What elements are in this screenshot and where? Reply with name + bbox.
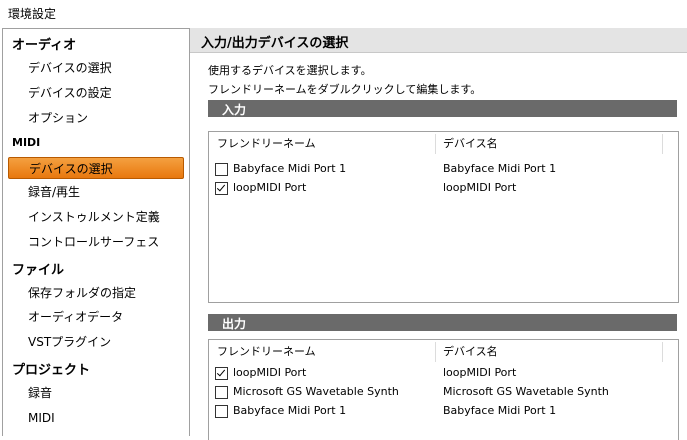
sidebar-item-audio-device-select[interactable]: デバイスの選択 (8, 57, 184, 79)
category-audio[interactable]: オーディオ (12, 34, 76, 53)
output-col-friendly-name[interactable]: フレンドリーネーム (217, 340, 316, 364)
input-col-friendly-name[interactable]: フレンドリーネーム (217, 132, 316, 156)
output-row-checkbox[interactable] (215, 367, 228, 380)
sidebar-item-project-midi[interactable]: MIDI (8, 407, 184, 429)
output-row[interactable]: Microsoft GS Wavetable Synth Microsoft G… (209, 383, 678, 402)
window-titlebar: 環境設定 (0, 0, 687, 26)
input-section-label: 入力 (222, 103, 247, 117)
sidebar-item-midi-device-select[interactable]: デバイスの選択 (8, 157, 184, 179)
output-col-separator[interactable] (435, 342, 436, 362)
input-col-device-name[interactable]: デバイス名 (443, 132, 498, 156)
output-row-friendly-name[interactable]: Babyface Midi Port 1 (233, 404, 346, 417)
sidebar-item-audio-options[interactable]: オプション (8, 107, 184, 129)
sidebar-item-midi-record-play[interactable]: 録音/再生 (8, 181, 184, 203)
panel-header: 入力/出力デバイスの選択 (190, 28, 687, 53)
panel-description-1: 使用するデバイスを選択します。 (208, 64, 372, 77)
sidebar-item-instrument-definition[interactable]: インストゥルメント定義 (8, 206, 184, 228)
input-row[interactable]: Babyface Midi Port 1 Babyface Midi Port … (209, 160, 678, 179)
input-section-header: 入力 (208, 100, 677, 117)
input-col-separator[interactable] (435, 134, 436, 154)
output-row-device-name: Babyface Midi Port 1 (443, 404, 557, 417)
input-row-friendly-name[interactable]: loopMIDI Port (233, 181, 306, 194)
output-row-device-name: loopMIDI Port (443, 366, 517, 379)
output-device-list[interactable]: フレンドリーネーム デバイス名 loopMIDI Port loopMIDI P… (208, 339, 679, 440)
window-title: 環境設定 (8, 7, 57, 21)
output-row-device-name: Microsoft GS Wavetable Synth (443, 385, 609, 398)
output-row[interactable]: Babyface Midi Port 1 Babyface Midi Port … (209, 402, 678, 421)
input-row-friendly-name[interactable]: Babyface Midi Port 1 (233, 162, 346, 175)
panel-title: 入力/出力デバイスの選択 (201, 36, 349, 51)
category-project[interactable]: プロジェクト (12, 359, 90, 378)
category-midi[interactable]: MIDI (12, 136, 40, 149)
settings-panel: 入力/出力デバイスの選択 使用するデバイスを選択します。 フレンドリーネームをダ… (190, 28, 687, 440)
input-row-device-name: loopMIDI Port (443, 181, 517, 194)
input-row[interactable]: loopMIDI Port loopMIDI Port (209, 179, 678, 198)
input-row-checkbox[interactable] (215, 163, 228, 176)
settings-sidebar: オーディオ デバイスの選択 デバイスの設定 オプション MIDI デバイスの選択… (2, 28, 190, 436)
output-row-checkbox[interactable] (215, 386, 228, 399)
sidebar-item-vst-plugin[interactable]: VSTプラグイン (8, 331, 184, 353)
input-row-checkbox[interactable] (215, 182, 228, 195)
sidebar-item-save-folder[interactable]: 保存フォルダの指定 (8, 282, 184, 304)
output-col-device-name[interactable]: デバイス名 (443, 340, 498, 364)
output-col-separator-end[interactable] (662, 342, 663, 362)
input-device-list[interactable]: フレンドリーネーム デバイス名 Babyface Midi Port 1 Bab… (208, 131, 679, 303)
category-file[interactable]: ファイル (12, 259, 64, 278)
output-section-label: 出力 (222, 317, 247, 331)
output-row-friendly-name[interactable]: loopMIDI Port (233, 366, 306, 379)
output-row-friendly-name[interactable]: Microsoft GS Wavetable Synth (233, 385, 399, 398)
output-row[interactable]: loopMIDI Port loopMIDI Port (209, 364, 678, 383)
sidebar-item-audio-data[interactable]: オーディオデータ (8, 306, 184, 328)
input-col-separator-end[interactable] (662, 134, 663, 154)
sidebar-item-audio-device-settings[interactable]: デバイスの設定 (8, 82, 184, 104)
output-section-header: 出力 (208, 314, 677, 331)
input-row-device-name: Babyface Midi Port 1 (443, 162, 557, 175)
sidebar-item-project-record[interactable]: 録音 (8, 382, 184, 404)
output-row-checkbox[interactable] (215, 405, 228, 418)
sidebar-item-control-surface[interactable]: コントロールサーフェス (8, 231, 184, 253)
panel-description-2: フレンドリーネームをダブルクリックして編集します。 (208, 83, 482, 96)
